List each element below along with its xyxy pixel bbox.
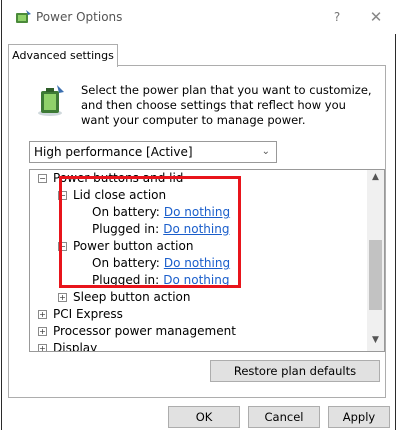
expand-icon[interactable]: + <box>38 344 47 351</box>
close-button[interactable]: ✕ <box>364 6 388 28</box>
power-button-plugged-in-row: Plugged in: Do nothing <box>92 272 229 289</box>
setting-label: Plugged in: <box>92 222 160 236</box>
expand-icon[interactable]: + <box>38 310 47 319</box>
collapse-icon[interactable]: − <box>58 191 67 200</box>
expand-icon[interactable]: + <box>58 293 67 302</box>
chevron-down-icon: ⌄ <box>261 146 270 157</box>
settings-panel: Select the power plan that you want to c… <box>8 65 386 398</box>
scroll-down-icon[interactable]: ▼ <box>367 335 384 349</box>
help-button[interactable]: ? <box>325 6 349 28</box>
scroll-up-icon[interactable]: ▲ <box>367 172 384 186</box>
tree-item-processor[interactable]: + Processor power management <box>38 323 236 340</box>
battery-power-icon <box>38 85 64 116</box>
tree-item-sleep-button[interactable]: + Sleep button action <box>58 289 190 306</box>
window-title: Power Options <box>36 10 123 24</box>
setting-label: On battery: <box>92 256 160 270</box>
tree-item-label: Power buttons and lid <box>53 171 184 185</box>
tree-item-lid-close[interactable]: − Lid close action <box>58 187 166 204</box>
title-bar: Power Options ? ✕ <box>2 0 396 34</box>
tree-item-power-buttons[interactable]: − Power buttons and lid <box>38 170 183 187</box>
tree-item-display[interactable]: + Display <box>38 340 98 352</box>
tree-item-power-button[interactable]: − Power button action <box>58 238 193 255</box>
tree-item-label: Sleep button action <box>73 290 191 304</box>
tab-advanced-settings[interactable]: Advanced settings <box>8 44 118 67</box>
collapse-icon[interactable]: − <box>38 174 47 183</box>
power-button-plugged-in-value[interactable]: Do nothing <box>163 273 229 287</box>
lid-on-battery-row: On battery: Do nothing <box>92 204 230 221</box>
scrollbar-thumb[interactable] <box>369 240 382 310</box>
tree-scrollbar[interactable]: ▲ ▼ <box>367 170 384 351</box>
tree-item-label: Processor power management <box>53 324 236 338</box>
power-plan-select[interactable]: High performance [Active] ⌄ <box>29 141 277 163</box>
restore-plan-defaults-button[interactable]: Restore plan defaults <box>210 360 380 382</box>
ok-button[interactable]: OK <box>168 406 240 428</box>
settings-tree[interactable]: − Power buttons and lid − Lid close action… <box>29 169 385 352</box>
setting-label: On battery: <box>92 205 160 219</box>
tree-item-label: Display <box>53 341 98 352</box>
power-button-on-battery-value[interactable]: Do nothing <box>164 256 230 270</box>
apply-button[interactable]: Apply <box>328 406 390 428</box>
tree-item-label: Lid close action <box>73 188 167 202</box>
setting-label: Plugged in: <box>92 273 160 287</box>
tree-item-pci-express[interactable]: + PCI Express <box>38 306 123 323</box>
lid-on-battery-value[interactable]: Do nothing <box>164 205 230 219</box>
intro-text: Select the power plan that you want to c… <box>81 83 372 127</box>
tree-item-label: PCI Express <box>53 307 123 321</box>
collapse-icon[interactable]: − <box>58 242 67 251</box>
lid-plugged-in-row: Plugged in: Do nothing <box>92 221 229 238</box>
expand-icon[interactable]: + <box>38 327 47 336</box>
plan-selected-value: High performance [Active] <box>34 145 193 159</box>
power-button-on-battery-row: On battery: Do nothing <box>92 255 230 272</box>
lid-plugged-in-value[interactable]: Do nothing <box>163 222 229 236</box>
cancel-button[interactable]: Cancel <box>248 406 320 428</box>
tree-item-label: Power button action <box>73 239 194 253</box>
battery-power-icon <box>16 10 31 23</box>
